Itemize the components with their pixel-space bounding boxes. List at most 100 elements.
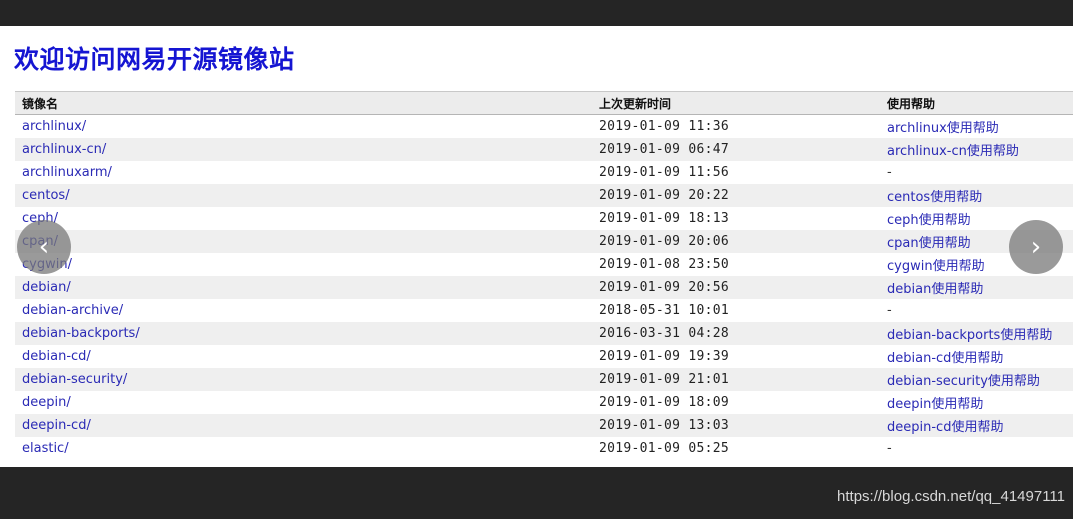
table-row: debian-archive/2018-05-31 10:01 - bbox=[15, 299, 1073, 322]
header-help: 使用帮助 bbox=[887, 91, 1073, 115]
help-link[interactable]: ceph使用帮助 bbox=[887, 213, 971, 228]
mirror-name-cell: cygwin/ bbox=[15, 253, 599, 276]
help-link[interactable]: debian使用帮助 bbox=[887, 282, 983, 297]
help-cell: debian-security使用帮助 bbox=[887, 368, 1073, 391]
no-help-placeholder: - bbox=[887, 441, 892, 456]
last-updated-time: 2019-01-09 13:03 bbox=[599, 418, 730, 433]
mirror-table: 镜像名 上次更新时间 使用帮助 archlinux/2019-01-09 11:… bbox=[15, 91, 1073, 460]
help-cell: deepin-cd使用帮助 bbox=[887, 414, 1073, 437]
mirror-page: 欢迎访问网易开源镜像站 镜像名 上次更新时间 使用帮助 archlinux/20… bbox=[0, 26, 1073, 467]
help-cell: debian-cd使用帮助 bbox=[887, 345, 1073, 368]
last-updated-time: 2019-01-09 06:47 bbox=[599, 142, 730, 157]
help-link[interactable]: archlinux-cn使用帮助 bbox=[887, 144, 1019, 159]
mirror-link[interactable]: deepin/ bbox=[22, 395, 71, 410]
last-updated-cell: 2019-01-09 11:56 bbox=[599, 161, 887, 184]
last-updated-cell: 2019-01-09 19:39 bbox=[599, 345, 887, 368]
last-updated-cell: 2016-03-31 04:28 bbox=[599, 322, 887, 345]
last-updated-cell: 2019-01-09 21:01 bbox=[599, 368, 887, 391]
last-updated-cell: 2019-01-09 11:36 bbox=[599, 115, 887, 139]
help-link[interactable]: cygwin使用帮助 bbox=[887, 259, 985, 274]
mirror-name-cell: archlinux-cn/ bbox=[15, 138, 599, 161]
table-row: deepin-cd/2019-01-09 13:03 deepin-cd使用帮助 bbox=[15, 414, 1073, 437]
last-updated-time: 2018-05-31 10:01 bbox=[599, 303, 730, 318]
help-link[interactable]: deepin-cd使用帮助 bbox=[887, 420, 1003, 435]
mirror-name-cell: deepin/ bbox=[15, 391, 599, 414]
mirror-link[interactable]: debian-cd/ bbox=[22, 349, 91, 364]
last-updated-time: 2019-01-09 18:09 bbox=[599, 395, 730, 410]
mirror-link[interactable]: debian-archive/ bbox=[22, 303, 123, 318]
table-row: centos/2019-01-09 20:22 centos使用帮助 bbox=[15, 184, 1073, 207]
table-body: archlinux/2019-01-09 11:36 archlinux使用帮助 a… bbox=[15, 115, 1073, 461]
mirror-name-cell: elastic/ bbox=[15, 437, 599, 460]
last-updated-cell: 2019-01-09 06:47 bbox=[599, 138, 887, 161]
help-link[interactable]: deepin使用帮助 bbox=[887, 397, 983, 412]
mirror-name-cell: debian-backports/ bbox=[15, 322, 599, 345]
last-updated-cell: 2019-01-09 18:13 bbox=[599, 207, 887, 230]
header-mirror-name: 镜像名 bbox=[15, 91, 599, 115]
help-link[interactable]: debian-backports使用帮助 bbox=[887, 328, 1052, 343]
watermark-text: https://blog.csdn.net/qq_41497111 bbox=[837, 488, 1065, 505]
help-link[interactable]: debian-security使用帮助 bbox=[887, 374, 1040, 389]
last-updated-time: 2019-01-09 20:56 bbox=[599, 280, 730, 295]
help-link[interactable]: archlinux使用帮助 bbox=[887, 121, 999, 136]
mirror-name-cell: archlinuxarm/ bbox=[15, 161, 599, 184]
chevron-left-icon: ‹ bbox=[38, 232, 50, 262]
mirror-link[interactable]: archlinuxarm/ bbox=[22, 165, 112, 180]
table-row: debian-cd/2019-01-09 19:39 debian-cd使用帮助 bbox=[15, 345, 1073, 368]
help-cell: deepin使用帮助 bbox=[887, 391, 1073, 414]
help-cell: - bbox=[887, 161, 1073, 184]
mirror-link[interactable]: archlinux-cn/ bbox=[22, 142, 106, 157]
last-updated-time: 2019-01-09 05:25 bbox=[599, 441, 730, 456]
last-updated-time: 2019-01-08 23:50 bbox=[599, 257, 730, 272]
mirror-name-cell: debian-archive/ bbox=[15, 299, 599, 322]
mirror-name-cell: ceph/ bbox=[15, 207, 599, 230]
last-updated-cell: 2019-01-08 23:50 bbox=[599, 253, 887, 276]
mirror-link[interactable]: deepin-cd/ bbox=[22, 418, 91, 433]
help-cell: debian-backports使用帮助 bbox=[887, 322, 1073, 345]
help-cell: centos使用帮助 bbox=[887, 184, 1073, 207]
page-title: 欢迎访问网易开源镜像站 bbox=[14, 45, 295, 74]
no-help-placeholder: - bbox=[887, 303, 892, 318]
mirror-link[interactable]: debian/ bbox=[22, 280, 71, 295]
mirror-name-cell: debian/ bbox=[15, 276, 599, 299]
last-updated-time: 2019-01-09 19:39 bbox=[599, 349, 730, 364]
table-header-row: 镜像名 上次更新时间 使用帮助 bbox=[15, 91, 1073, 115]
help-cell: - bbox=[887, 437, 1073, 460]
prev-image-button[interactable]: ‹ bbox=[17, 220, 71, 274]
table-row: cygwin/2019-01-08 23:50 cygwin使用帮助 bbox=[15, 253, 1073, 276]
mirror-link[interactable]: debian-security/ bbox=[22, 372, 127, 387]
last-updated-cell: 2019-01-09 20:22 bbox=[599, 184, 887, 207]
table-row: archlinux-cn/2019-01-09 06:47 archlinux-c… bbox=[15, 138, 1073, 161]
mirror-link[interactable]: elastic/ bbox=[22, 441, 69, 456]
help-cell: debian使用帮助 bbox=[887, 276, 1073, 299]
help-cell: - bbox=[887, 299, 1073, 322]
table-row: debian-security/2019-01-09 21:01 debian-s… bbox=[15, 368, 1073, 391]
last-updated-time: 2019-01-09 11:36 bbox=[599, 119, 730, 134]
table-row: archlinuxarm/2019-01-09 11:56 - bbox=[15, 161, 1073, 184]
mirror-name-cell: debian-cd/ bbox=[15, 345, 599, 368]
mirror-name-cell: cpan/ bbox=[15, 230, 599, 253]
chevron-right-icon: › bbox=[1030, 232, 1042, 262]
help-cell: archlinux-cn使用帮助 bbox=[887, 138, 1073, 161]
last-updated-time: 2019-01-09 21:01 bbox=[599, 372, 730, 387]
mirror-link[interactable]: debian-backports/ bbox=[22, 326, 140, 341]
last-updated-cell: 2019-01-09 20:06 bbox=[599, 230, 887, 253]
table-row: debian/2019-01-09 20:56 debian使用帮助 bbox=[15, 276, 1073, 299]
mirror-name-cell: centos/ bbox=[15, 184, 599, 207]
mirror-link[interactable]: centos/ bbox=[22, 188, 70, 203]
mirror-link[interactable]: archlinux/ bbox=[22, 119, 86, 134]
table-row: debian-backports/2016-03-31 04:28 debian-… bbox=[15, 322, 1073, 345]
next-image-button[interactable]: › bbox=[1009, 220, 1063, 274]
last-updated-cell: 2019-01-09 18:09 bbox=[599, 391, 887, 414]
header-last-updated: 上次更新时间 bbox=[599, 91, 887, 115]
last-updated-time: 2019-01-09 20:22 bbox=[599, 188, 730, 203]
help-link[interactable]: cpan使用帮助 bbox=[887, 236, 971, 251]
help-link[interactable]: centos使用帮助 bbox=[887, 190, 982, 205]
last-updated-cell: 2019-01-09 05:25 bbox=[599, 437, 887, 460]
help-cell: archlinux使用帮助 bbox=[887, 115, 1073, 139]
table-row: elastic/2019-01-09 05:25 - bbox=[15, 437, 1073, 460]
last-updated-cell: 2019-01-09 20:56 bbox=[599, 276, 887, 299]
table-row: cpan/2019-01-09 20:06 cpan使用帮助 bbox=[15, 230, 1073, 253]
help-link[interactable]: debian-cd使用帮助 bbox=[887, 351, 1003, 366]
last-updated-time: 2019-01-09 18:13 bbox=[599, 211, 730, 226]
